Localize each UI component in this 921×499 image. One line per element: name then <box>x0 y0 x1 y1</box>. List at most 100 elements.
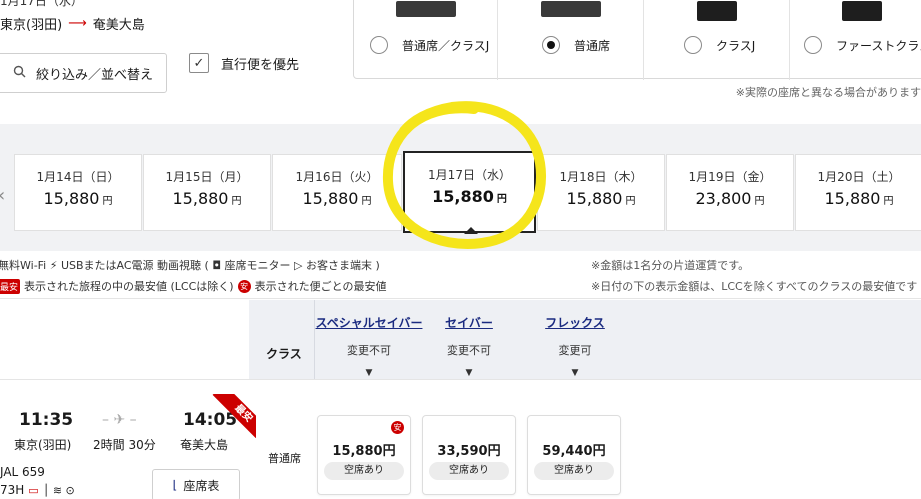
cheap-tag: 安 <box>237 279 251 293</box>
equipment-info: 73H ▭ │ ≋ ⊙ <box>0 483 75 497</box>
selected-indicator <box>464 227 478 234</box>
seat-radio[interactable] <box>804 36 822 54</box>
fare-name[interactable]: セイバー <box>414 314 524 331</box>
price-legend: 最安 表示された旅程の中の最安値 (LCCは除く) 安 表示された便ごとの最安値 <box>0 278 386 294</box>
wifi-icon: │ ≋ ⊙ <box>42 483 75 497</box>
date-price: 15,880 円 <box>566 189 636 208</box>
chevron-down-icon[interactable]: ▼ <box>520 368 630 378</box>
seat-option-label: 普通席／クラスJ <box>402 38 490 53</box>
seat-image <box>842 1 882 21</box>
plane-icon: – ✈ – <box>102 412 137 428</box>
price-amount: 33,590円 <box>437 444 501 459</box>
seatmap-label: 座席表 <box>183 478 220 493</box>
aircraft-type: 73H <box>0 483 25 497</box>
price-amount: 15,880円 <box>332 444 396 459</box>
date-card[interactable]: 1月19日（金） 23,800 円 <box>666 154 794 231</box>
filter-sort-button[interactable]: 絞り込み／並べ替え <box>0 53 167 93</box>
seat-image <box>540 1 601 17</box>
seat-image <box>696 1 737 21</box>
fare-name[interactable]: スペシャルセイバー <box>314 314 424 331</box>
price-cell-flex[interactable]: 59,440円 空席あり <box>527 415 621 495</box>
date-card-selected[interactable]: 1月17日（水） 15,880 円 <box>403 151 536 233</box>
flight-number: JAL 659 <box>0 465 45 479</box>
price-amount: 59,440円 <box>542 444 606 459</box>
date-label: 1月16日（火） <box>295 170 379 184</box>
date-label: 1月17日（水） <box>428 168 511 182</box>
chevron-down-icon[interactable]: ▼ <box>314 368 424 378</box>
date-label: 1月19日（金） <box>688 170 772 184</box>
destination-airport: 奄美大島 <box>92 18 145 33</box>
amenities-legend: 無料Wi-Fi ⚡ USBまたはAC電源 動画視聴 ( ◘ 座席モニター ▷ お… <box>0 259 380 272</box>
date-label: 1月14日（日） <box>36 170 120 184</box>
availability: 空席あり <box>534 462 614 480</box>
divider <box>0 379 921 380</box>
fare-flex[interactable]: フレックス 変更可 ▼ <box>520 314 630 378</box>
date-card[interactable]: 1月18日（木） 15,880 円 <box>537 154 665 231</box>
seat-radio[interactable] <box>684 36 702 54</box>
seat-radio[interactable] <box>370 36 388 54</box>
date-price: 15,880 円 <box>172 189 242 208</box>
seat-option-label: 普通席 <box>574 38 611 53</box>
fare-change: 変更不可 <box>447 344 491 357</box>
availability: 空席あり <box>429 462 509 480</box>
arrival-airport: 奄美大島 <box>180 438 229 452</box>
direct-flight-label: 直行便を優先 <box>221 57 300 73</box>
route-arrow-icon: ⟶ <box>68 16 87 31</box>
seatmap-button[interactable]: ⌊ 座席表 <box>152 469 240 499</box>
price-cell-special-saver[interactable]: 安 15,880円 空席あり <box>317 415 411 495</box>
availability: 空席あり <box>324 462 404 480</box>
seat-option-label: クラスJ <box>716 38 756 53</box>
direct-flight-option[interactable]: ✓ 直行便を優先 <box>189 53 299 73</box>
origin-airport: 東京(羽田) <box>0 18 63 33</box>
seat-image <box>395 1 456 17</box>
chevron-down-icon[interactable]: ▼ <box>414 368 524 378</box>
trip-date-line: 1月17日（水） <box>0 0 83 8</box>
date-price-note: ※日付の下の表示金額は、LCCを除くすべてのクラスの最安値です <box>591 280 918 293</box>
filter-sort-label: 絞り込み／並べ替え <box>36 67 154 83</box>
cheap-badge: 安 <box>391 421 404 434</box>
date-label: 1月15日（月） <box>165 170 249 184</box>
fare-change: 変更不可 <box>347 344 391 357</box>
row-class-label: 普通席 <box>268 452 301 465</box>
route: 東京(羽田) ⟶ 奄美大島 <box>0 14 145 33</box>
date-card[interactable]: 1月15日（月） 15,880 円 <box>143 154 271 231</box>
lowest-text: 表示された旅程の中の最安値 (LCCは除く) <box>24 280 234 293</box>
date-card[interactable]: 1月16日（火） 15,880 円 <box>272 154 402 231</box>
seat-option-classj[interactable]: クラスJ <box>644 0 789 80</box>
fare-name[interactable]: フレックス <box>520 314 630 331</box>
seat-option-first[interactable]: ファーストクラス <box>790 0 921 80</box>
fare-special-saver[interactable]: スペシャルセイバー 変更不可 ▼ <box>314 314 424 378</box>
date-card[interactable]: 1月14日（日） 15,880 円 <box>14 154 142 231</box>
date-label: 1月20日（土） <box>817 170 901 184</box>
flight-duration: 2時間 30分 <box>93 438 156 452</box>
date-price: 15,880 円 <box>824 189 894 208</box>
seat-icon: ⌊ <box>172 478 178 492</box>
departure-airport: 東京(羽田) <box>14 438 72 452</box>
power-icon: ▭ <box>28 483 39 497</box>
date-price: 23,800 円 <box>695 189 765 208</box>
fare-saver[interactable]: セイバー 変更不可 ▼ <box>414 314 524 378</box>
seat-type-selector: 普通席／クラスJ 普通席 クラスJ ファーストクラス <box>353 0 921 80</box>
chevron-left-icon[interactable]: ‹ <box>0 185 5 206</box>
date-card[interactable]: 1月20日（土） 15,880 円 <box>795 154 921 231</box>
lowest-tag: 最安 <box>0 278 21 294</box>
divider <box>0 298 921 299</box>
seat-option-standard[interactable]: 普通席 <box>498 0 643 80</box>
seat-image-note: ※実際の座席と異なる場合があります <box>735 86 921 99</box>
seat-option-label: ファーストクラス <box>836 38 921 53</box>
departure-time: 11:35 <box>19 410 74 430</box>
seat-radio[interactable] <box>542 36 560 54</box>
class-header: クラス <box>266 347 302 361</box>
seat-option-standard-classj[interactable]: 普通席／クラスJ <box>354 0 497 80</box>
direct-flight-checkbox[interactable]: ✓ <box>189 53 209 73</box>
date-price: 15,880 円 <box>43 189 113 208</box>
date-label: 1月18日（木） <box>559 170 643 184</box>
fare-change: 変更可 <box>558 344 592 357</box>
cheap-text: 表示された便ごとの最安値 <box>254 280 387 293</box>
fare-note: ※金額は1名分の片道運賃です。 <box>591 259 750 272</box>
date-price: 15,880 円 <box>302 189 372 208</box>
search-icon <box>13 65 26 82</box>
date-price: 15,880 円 <box>432 187 507 206</box>
price-cell-saver[interactable]: 33,590円 空席あり <box>422 415 516 495</box>
lowest-ribbon: 最安 <box>210 394 256 438</box>
